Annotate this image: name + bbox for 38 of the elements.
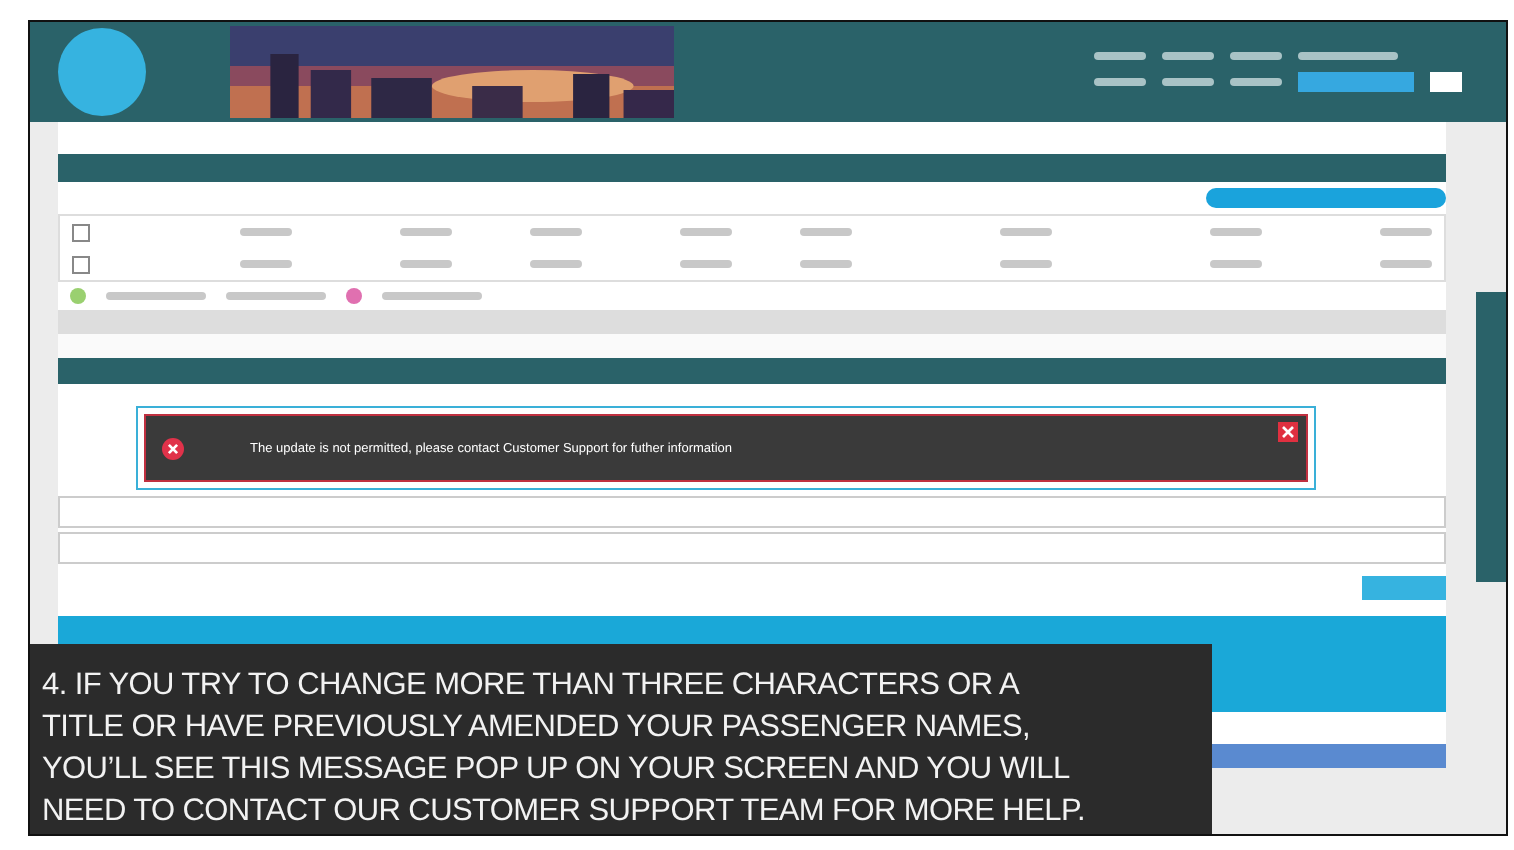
blurred-text [400,260,452,268]
blurred-text [226,292,326,300]
delete-icon[interactable] [346,288,362,304]
currency-dropdown[interactable] [1298,72,1414,92]
blurred-text [106,292,206,300]
add-icon[interactable] [70,288,86,304]
blurred-text [1000,228,1052,236]
blurred-text [800,228,852,236]
update-button[interactable] [1362,576,1446,600]
blurred-text [400,228,452,236]
blurred-text [680,260,732,268]
blurred-text [680,228,732,236]
blurred-text [1380,228,1432,236]
blurred-text [1162,78,1214,86]
blurred-text [1162,52,1214,60]
blurred-text [800,260,852,268]
logo-icon [58,28,146,116]
blurred-text [1230,52,1282,60]
row-checkbox[interactable] [72,224,90,242]
blurred-text [1094,52,1146,60]
blurred-text [382,292,482,300]
blurred-text [240,260,292,268]
blurred-text [1000,260,1052,268]
blurred-text [1298,52,1398,60]
blurred-text [1230,78,1282,86]
go-button[interactable] [1430,72,1462,92]
blurred-text [1094,78,1146,86]
caption-text: 4. IF YOU TRY TO CHANGE MORE THAN THREE CHARACTERS OR A TITLE OR HAVE PREVIOUSLY AMENDED YOUR PASSENGER NAMES, YOU’LL SEE THIS MESSAGE POP UP ON YOUR SCREEN AND YOU WILL NEED TO CONTACT OUR CUSTOMER SUPPORT TEAM FOR MORE HELP. [42,666,1087,832]
row-checkbox[interactable] [72,256,90,274]
blurred-text [530,228,582,236]
blurred-text [530,260,582,268]
close-icon[interactable] [1278,422,1298,442]
blurred-text [1210,228,1262,236]
error-icon [162,437,184,459]
blurred-text [240,228,292,236]
blurred-text [1210,260,1262,268]
reminders-tab[interactable] [1476,292,1506,582]
blurred-text [1380,260,1432,268]
